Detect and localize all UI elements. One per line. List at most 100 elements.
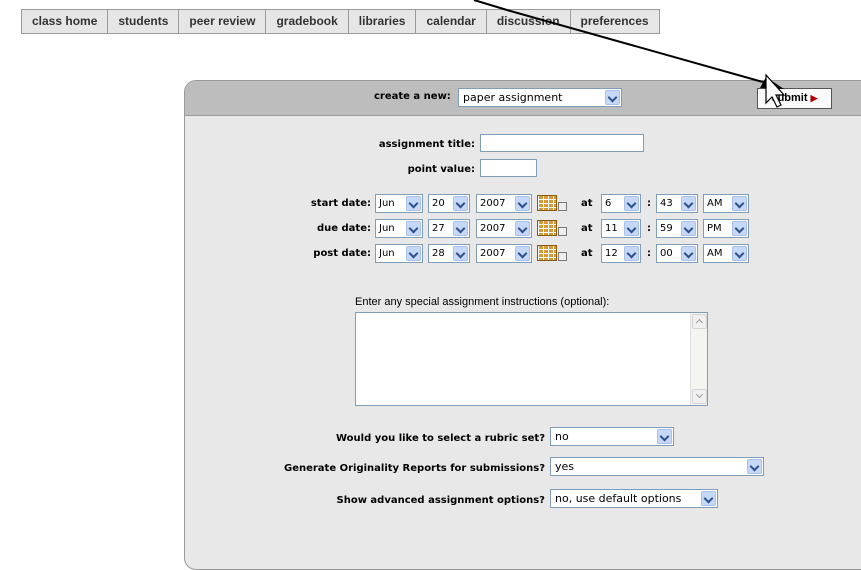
- calendar-icon[interactable]: [536, 194, 568, 213]
- due-month-select[interactable]: Jun: [375, 219, 423, 238]
- point-value-label: point value:: [407, 164, 475, 175]
- start-ampm-select[interactable]: AM: [703, 194, 749, 213]
- tab-calendar[interactable]: calendar: [416, 10, 487, 33]
- tab-libraries[interactable]: libraries: [349, 10, 417, 33]
- due-month-value: Jun: [379, 223, 395, 234]
- instructions-textarea[interactable]: [355, 312, 708, 406]
- post-day-select[interactable]: 28: [428, 244, 470, 263]
- start-hour-value: 6: [605, 198, 612, 209]
- due-hour-value: 11: [605, 223, 618, 234]
- submit-button[interactable]: submit ▶: [757, 88, 832, 109]
- point-value-input[interactable]: [480, 159, 537, 177]
- chevron-down-icon: [657, 429, 672, 444]
- scroll-down-icon[interactable]: [692, 389, 707, 404]
- post-year-select[interactable]: 2007: [476, 244, 532, 263]
- tab-gradebook[interactable]: gradebook: [266, 10, 349, 33]
- triangle-right-icon: ▶: [810, 93, 818, 103]
- rubric-question-label: Would you like to select a rubric set?: [335, 433, 545, 444]
- start-year-value: 2007: [480, 198, 506, 209]
- chevron-down-icon: [515, 196, 530, 211]
- due-ampm-value: PM: [707, 223, 722, 234]
- start-date-label: start date:: [310, 198, 371, 209]
- assignment-type-select[interactable]: paper assignment: [458, 88, 622, 107]
- post-minute-value: 00: [660, 248, 673, 259]
- chevron-down-icon: [681, 196, 696, 211]
- create-assignment-panel: create a new: paper assignment submit ▶ …: [184, 80, 861, 570]
- start-hour-select[interactable]: 6: [601, 194, 641, 213]
- submit-label: submit: [771, 92, 808, 104]
- tab-students[interactable]: students: [108, 10, 180, 33]
- post-date-label: post date:: [313, 248, 371, 259]
- instructions-label: Enter any special assignment instruction…: [355, 296, 610, 308]
- tab-peer-review[interactable]: peer review: [179, 10, 267, 33]
- chevron-down-icon: [453, 246, 468, 261]
- chevron-down-icon: [681, 246, 696, 261]
- chevron-down-icon: [453, 221, 468, 236]
- tab-class-home[interactable]: class home: [22, 10, 109, 33]
- originality-question-label: Generate Originality Reports for submiss…: [283, 463, 545, 474]
- tab-discussion[interactable]: discussion: [487, 10, 571, 33]
- assignment-type-value: paper assignment: [463, 91, 563, 104]
- due-hour-select[interactable]: 11: [601, 219, 641, 238]
- due-day-select[interactable]: 27: [428, 219, 470, 238]
- assignment-title-label: assignment title:: [378, 139, 475, 150]
- start-day-value: 20: [432, 198, 445, 209]
- chevron-down-icon: [732, 246, 747, 261]
- calendar-icon[interactable]: [536, 244, 568, 263]
- start-month-select[interactable]: Jun: [375, 194, 423, 213]
- due-minute-select[interactable]: 59: [656, 219, 698, 238]
- advanced-options-value: no, use default options: [555, 492, 682, 505]
- due-day-value: 27: [432, 223, 445, 234]
- chevron-down-icon: [732, 221, 747, 236]
- post-month-value: Jun: [379, 248, 395, 259]
- calendar-icon[interactable]: [536, 219, 568, 238]
- start-day-select[interactable]: 20: [428, 194, 470, 213]
- post-minute-select[interactable]: 00: [656, 244, 698, 263]
- post-ampm-value: AM: [707, 248, 723, 259]
- colon-separator: :: [647, 223, 651, 234]
- chevron-down-icon: [453, 196, 468, 211]
- post-hour-select[interactable]: 12: [601, 244, 641, 263]
- chevron-down-icon: [406, 196, 421, 211]
- chevron-down-icon: [515, 246, 530, 261]
- textarea-scrollbar[interactable]: [690, 313, 707, 405]
- chevron-down-icon: [747, 459, 762, 474]
- originality-select[interactable]: yes: [550, 457, 764, 476]
- due-year-select[interactable]: 2007: [476, 219, 532, 238]
- main-nav: class home students peer review gradeboo…: [21, 9, 660, 34]
- colon-separator: :: [647, 198, 651, 209]
- chevron-down-icon: [681, 221, 696, 236]
- tab-preferences[interactable]: preferences: [571, 10, 659, 33]
- start-ampm-value: AM: [707, 198, 723, 209]
- due-date-label: due date:: [316, 223, 371, 234]
- chevron-down-icon: [605, 90, 620, 105]
- advanced-options-label: Show advanced assignment options?: [336, 495, 545, 506]
- create-new-label: create a new:: [374, 91, 451, 102]
- start-minute-select[interactable]: 43: [656, 194, 698, 213]
- originality-value: yes: [555, 460, 575, 473]
- chevron-down-icon: [624, 196, 639, 211]
- post-month-select[interactable]: Jun: [375, 244, 423, 263]
- due-minute-value: 59: [660, 223, 673, 234]
- at-label: at: [581, 248, 593, 259]
- chevron-down-icon: [732, 196, 747, 211]
- chevron-down-icon: [624, 246, 639, 261]
- start-minute-value: 43: [660, 198, 673, 209]
- chevron-down-icon: [515, 221, 530, 236]
- post-ampm-select[interactable]: AM: [703, 244, 749, 263]
- due-ampm-select[interactable]: PM: [703, 219, 749, 238]
- rubric-select[interactable]: no: [550, 427, 674, 446]
- start-year-select[interactable]: 2007: [476, 194, 532, 213]
- at-label: at: [581, 198, 593, 209]
- due-year-value: 2007: [480, 223, 506, 234]
- panel-header: create a new: paper assignment submit ▶: [185, 81, 861, 116]
- advanced-options-select[interactable]: no, use default options: [550, 489, 718, 508]
- chevron-down-icon: [406, 246, 421, 261]
- assignment-title-input[interactable]: [480, 134, 644, 152]
- chevron-down-icon: [406, 221, 421, 236]
- scroll-up-icon[interactable]: [692, 314, 707, 329]
- post-day-value: 28: [432, 248, 445, 259]
- chevron-down-icon: [624, 221, 639, 236]
- at-label: at: [581, 223, 593, 234]
- start-month-value: Jun: [379, 198, 395, 209]
